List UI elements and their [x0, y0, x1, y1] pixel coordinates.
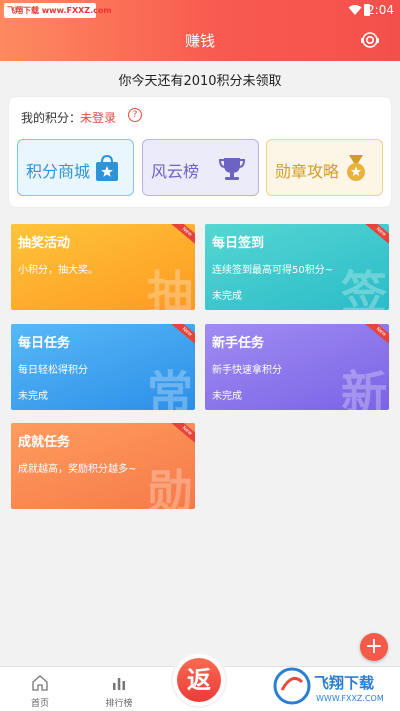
points-value[interactable]: 未登录 — [80, 109, 116, 126]
lottery-task-card[interactable]: New 抽奖活动 小积分，抽大奖。 抽 — [11, 224, 195, 310]
new-ribbon: New — [169, 423, 195, 447]
watermark-badge: 飞翔下载 www.FXXZ.com — [4, 3, 112, 18]
task-title: 每日签到 — [212, 236, 265, 251]
help-icon[interactable]: ? — [128, 108, 142, 122]
floating-add-button[interactable]: + — [360, 633, 388, 661]
task-big-char: 勋 — [147, 465, 193, 509]
daily-checkin-card[interactable]: New 每日签到 连续签到最高可得50积分~ 未完成 签 — [205, 224, 389, 310]
medal-guide-button[interactable]: 勋章攻略 — [266, 139, 383, 196]
wifi-icon — [348, 5, 362, 15]
task-title: 每日任务 — [18, 336, 71, 351]
tab-ranking[interactable]: 排行榜 — [89, 667, 149, 711]
new-ribbon: New — [363, 324, 389, 348]
home-icon — [32, 675, 48, 691]
logo-name: 飞翔下载 — [314, 674, 375, 692]
bar-chart-icon — [113, 678, 125, 690]
unclaimed-points-notice: 你今天还有2010积分未领取 — [118, 74, 282, 89]
status-bar: 飞翔下载 www.FXXZ.com 2:04 — [0, 0, 400, 22]
achievement-task-card[interactable]: New 成就任务 成就越高，奖励积分越多~ 勋 — [11, 423, 195, 509]
task-big-char: 新 — [341, 366, 387, 410]
task-desc: 连续签到最高可得50积分~ — [212, 265, 334, 276]
leaderboard-button[interactable]: 风云榜 — [142, 139, 259, 196]
clock: 2:04 — [367, 3, 394, 17]
trophy-icon — [218, 158, 246, 180]
logo-url: WWW.FXXZ.COM — [316, 694, 384, 703]
task-big-char: 抽 — [147, 266, 193, 310]
daily-task-card[interactable]: New 每日任务 每日轻松得积分 未完成 常 — [11, 324, 195, 410]
task-status: 未完成 — [212, 291, 242, 302]
shopping-bag-star-icon — [96, 154, 118, 181]
header-bar: 飞翔下载 www.FXXZ.com 2:04 赚钱 — [0, 0, 400, 61]
points-mall-button[interactable]: 积分商城 — [17, 139, 134, 196]
task-big-char: 常 — [147, 366, 193, 410]
task-desc: 成就越高，奖励积分越多~ — [18, 464, 137, 475]
customer-service-icon[interactable] — [360, 30, 380, 50]
tab-home-label: 首页 — [30, 699, 49, 709]
new-ribbon: New — [363, 224, 389, 248]
task-desc: 每日轻松得积分 — [18, 365, 88, 376]
newbie-task-card[interactable]: New 新手任务 新手快速拿积分 未完成 新 — [205, 324, 389, 410]
tab-home[interactable]: 首页 — [10, 667, 70, 711]
task-title: 抽奖活动 — [18, 236, 71, 251]
logo-emblem-icon — [273, 667, 311, 705]
points-mall-label: 积分商城 — [26, 162, 91, 181]
site-logo-watermark: 飞翔下载 WWW.FXXZ.COM — [270, 662, 400, 711]
task-title: 成就任务 — [18, 435, 71, 450]
new-ribbon: New — [169, 224, 195, 248]
points-label: 我的积分： — [21, 111, 82, 125]
task-title: 新手任务 — [212, 336, 265, 351]
tab-ranking-label: 排行榜 — [105, 699, 133, 709]
medal-guide-label: 勋章攻略 — [275, 162, 340, 181]
task-desc: 新手快速拿积分 — [212, 365, 282, 376]
task-desc: 小积分，抽大奖。 — [18, 265, 98, 276]
leaderboard-label: 风云榜 — [151, 162, 200, 181]
task-big-char: 签 — [341, 266, 387, 310]
page-title: 赚钱 — [184, 32, 215, 50]
rebate-center-button[interactable]: 返 — [171, 652, 227, 708]
task-status: 未完成 — [18, 391, 48, 402]
points-card: 我的积分： 未登录 ? 积分商城 风云榜 勋章攻略 — [8, 96, 392, 208]
task-status: 未完成 — [212, 391, 242, 402]
rebate-icon: 返 — [177, 658, 221, 702]
new-ribbon: New — [169, 324, 195, 348]
medal-icon — [347, 155, 365, 181]
